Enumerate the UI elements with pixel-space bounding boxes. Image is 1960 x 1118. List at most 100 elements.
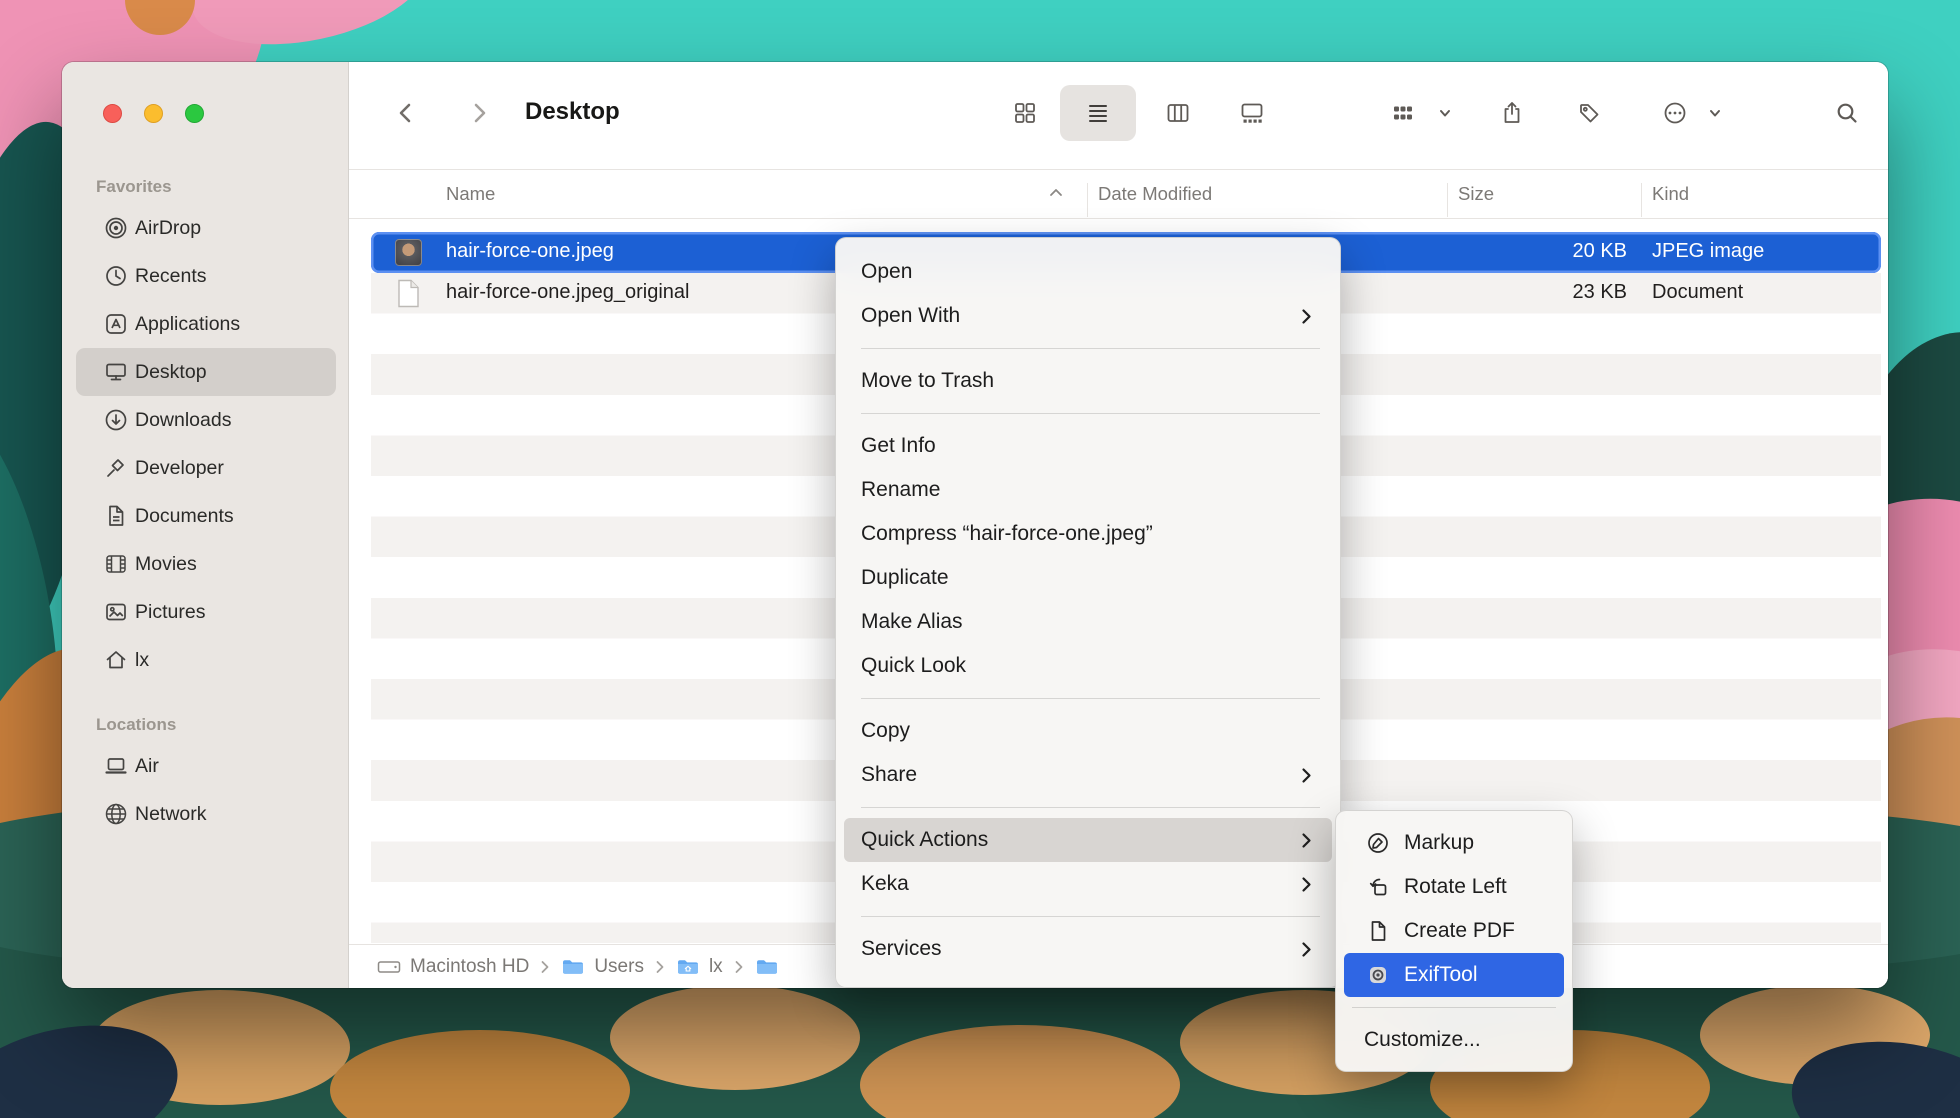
sidebar-item-airdrop[interactable]: AirDrop xyxy=(76,204,336,252)
chevron-down-icon[interactable] xyxy=(1703,91,1727,135)
path-item-users[interactable]: Users xyxy=(561,956,644,978)
menu-item-share[interactable]: Share xyxy=(844,753,1332,797)
sidebar-item-lx[interactable]: lx xyxy=(76,636,336,684)
submenu-chevron-icon xyxy=(1301,941,1312,958)
menu-separator xyxy=(1352,1007,1556,1008)
sidebar-item-developer[interactable]: Developer xyxy=(76,444,336,492)
traffic-lights xyxy=(103,104,204,123)
menu-item-quick-look[interactable]: Quick Look xyxy=(844,644,1332,688)
icon-view-button[interactable] xyxy=(1003,91,1047,135)
submenu-item-customize[interactable]: Customize... xyxy=(1344,1018,1564,1062)
blank-document-icon xyxy=(397,279,420,308)
sidebar-item-network[interactable]: Network xyxy=(76,790,336,838)
file-size: 23 KB xyxy=(1447,281,1627,304)
sidebar-item-movies[interactable]: Movies xyxy=(76,540,336,588)
submenu-chevron-icon xyxy=(1301,308,1312,325)
minimize-button[interactable] xyxy=(144,104,163,123)
menu-item-open-with[interactable]: Open With xyxy=(844,294,1332,338)
column-view-button[interactable] xyxy=(1156,91,1200,135)
group-button[interactable] xyxy=(1381,91,1425,135)
quick-actions-submenu: Markup Rotate Left Create PDF ExifTool C… xyxy=(1335,810,1573,1072)
column-divider xyxy=(1641,183,1642,217)
download-circle-icon xyxy=(103,407,129,433)
menu-item-get-info[interactable]: Get Info xyxy=(844,424,1332,468)
menu-separator xyxy=(861,348,1320,349)
sidebar-section-locations: Locations xyxy=(76,708,336,742)
sort-ascending-icon xyxy=(1049,188,1063,197)
menu-separator xyxy=(861,807,1320,808)
sidebar-item-label: Pictures xyxy=(135,601,205,624)
monitor-icon xyxy=(103,359,129,385)
menu-item-copy[interactable]: Copy xyxy=(844,709,1332,753)
menu-item-move-to-trash[interactable]: Move to Trash xyxy=(844,359,1332,403)
clock-icon xyxy=(103,263,129,289)
sidebar-item-downloads[interactable]: Downloads xyxy=(76,396,336,444)
document-icon xyxy=(103,503,129,529)
tags-button[interactable] xyxy=(1568,91,1612,135)
drive-icon xyxy=(377,958,401,976)
column-divider xyxy=(1087,183,1088,217)
zoom-button[interactable] xyxy=(185,104,204,123)
home-icon xyxy=(103,647,129,673)
page-title: Desktop xyxy=(525,98,620,126)
forward-button[interactable] xyxy=(457,91,501,135)
submenu-chevron-icon xyxy=(1301,767,1312,784)
sidebar-item-documents[interactable]: Documents xyxy=(76,492,336,540)
path-separator-icon xyxy=(734,960,744,974)
column-header-date-modified[interactable]: Date Modified xyxy=(1098,183,1212,205)
image-thumbnail xyxy=(395,239,422,266)
search-button[interactable] xyxy=(1825,91,1869,135)
sidebar-item-label: lx xyxy=(135,649,149,672)
file-kind: JPEG image xyxy=(1652,240,1764,263)
column-header-kind[interactable]: Kind xyxy=(1652,183,1689,205)
menu-item-quick-actions[interactable]: Quick Actions xyxy=(844,818,1332,862)
sidebar-item-air[interactable]: Air xyxy=(76,742,336,790)
submenu-item-markup[interactable]: Markup xyxy=(1344,821,1564,865)
list-header: Name Date Modified Size Kind xyxy=(349,169,1888,219)
sidebar-item-recents[interactable]: Recents xyxy=(76,252,336,300)
submenu-item-rotate-left[interactable]: Rotate Left xyxy=(1344,865,1564,909)
menu-item-rename[interactable]: Rename xyxy=(844,468,1332,512)
back-button[interactable] xyxy=(384,91,428,135)
share-button[interactable] xyxy=(1490,91,1534,135)
sidebar-item-label: Applications xyxy=(135,313,240,336)
column-divider xyxy=(1447,183,1448,217)
sidebar-item-label: Developer xyxy=(135,457,224,480)
menu-item-make-alias[interactable]: Make Alias xyxy=(844,600,1332,644)
more-actions-button[interactable] xyxy=(1653,91,1697,135)
file-size: 20 KB xyxy=(1447,240,1627,263)
rotate-left-icon xyxy=(1364,875,1392,899)
sidebar-item-label: Air xyxy=(135,755,159,778)
sidebar-item-label: Downloads xyxy=(135,409,231,432)
submenu-item-exiftool[interactable]: ExifTool xyxy=(1344,953,1564,997)
menu-item-services[interactable]: Services xyxy=(844,927,1332,971)
folder-icon xyxy=(561,957,585,976)
sidebar-item-label: Movies xyxy=(135,553,197,576)
file-name: hair-force-one.jpeg xyxy=(446,240,614,263)
path-item-partial[interactable] xyxy=(755,957,788,976)
list-view-button[interactable] xyxy=(1076,91,1120,135)
menu-separator xyxy=(861,916,1320,917)
sidebar-item-applications[interactable]: Applications xyxy=(76,300,336,348)
column-header-name[interactable]: Name xyxy=(446,183,495,205)
sidebar-item-pictures[interactable]: Pictures xyxy=(76,588,336,636)
chevron-down-icon[interactable] xyxy=(1433,91,1457,135)
globe-icon xyxy=(103,801,129,827)
airdrop-icon xyxy=(103,215,129,241)
close-button[interactable] xyxy=(103,104,122,123)
path-item-macintosh-hd[interactable]: Macintosh HD xyxy=(377,956,529,978)
menu-item-compress[interactable]: Compress “hair-force-one.jpeg” xyxy=(844,512,1332,556)
path-separator-icon xyxy=(540,960,550,974)
menu-separator xyxy=(861,698,1320,699)
context-menu: Open Open With Move to Trash Get Info Re… xyxy=(835,237,1341,988)
sidebar: Favorites AirDrop Recents Applications D… xyxy=(62,62,349,988)
menu-item-duplicate[interactable]: Duplicate xyxy=(844,556,1332,600)
submenu-item-create-pdf[interactable]: Create PDF xyxy=(1344,909,1564,953)
menu-item-keka[interactable]: Keka xyxy=(844,862,1332,906)
path-item-lx[interactable]: lx xyxy=(676,956,723,978)
gallery-view-button[interactable] xyxy=(1230,91,1274,135)
sidebar-item-desktop[interactable]: Desktop xyxy=(76,348,336,396)
folder-icon xyxy=(755,957,779,976)
column-header-size[interactable]: Size xyxy=(1458,183,1494,205)
menu-item-open[interactable]: Open xyxy=(844,250,1332,294)
